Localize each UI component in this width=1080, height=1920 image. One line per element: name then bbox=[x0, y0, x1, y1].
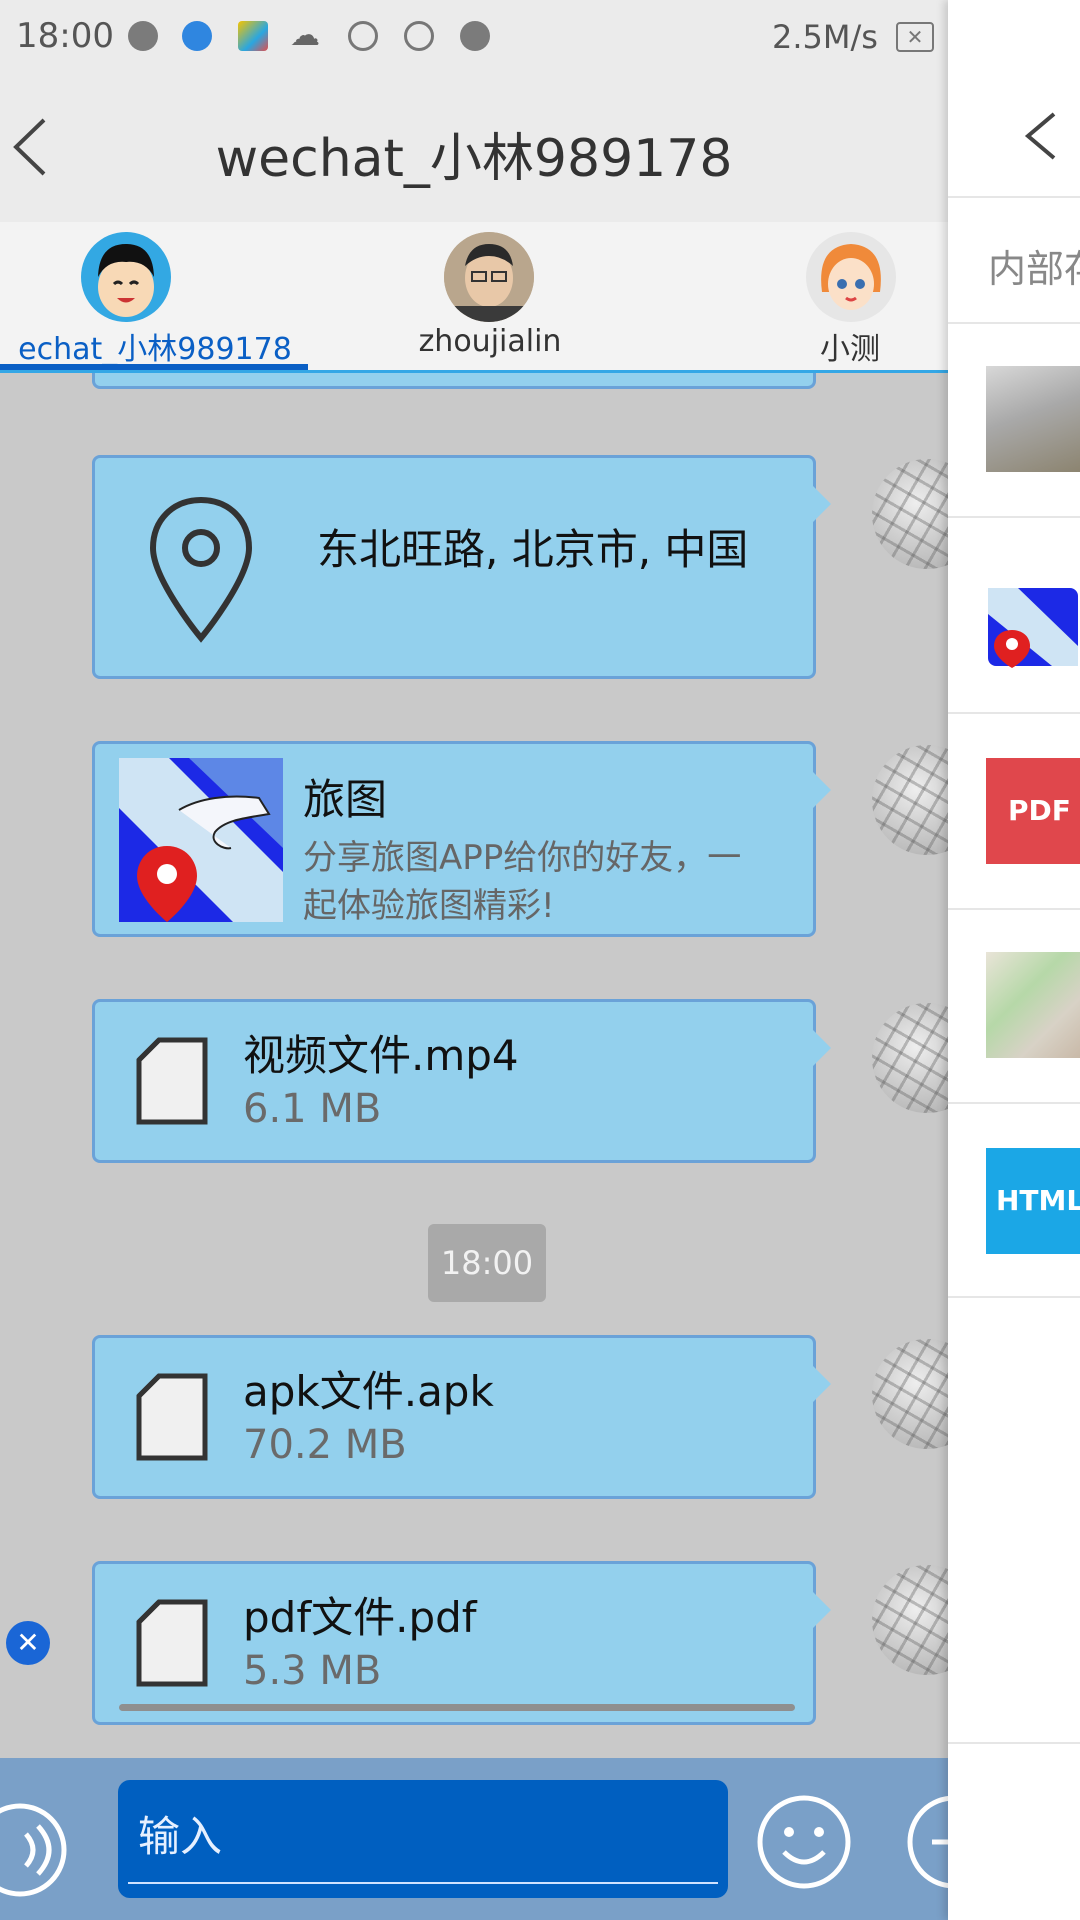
divider bbox=[948, 516, 1080, 518]
divider bbox=[948, 712, 1080, 714]
message-input-box[interactable] bbox=[118, 1780, 728, 1898]
tab-xiaoce[interactable]: 小测 bbox=[700, 222, 948, 370]
status-bar: 18:00 ☁ 2.5M/s ✕ bbox=[0, 0, 948, 72]
pdf-thumbnail[interactable]: PDF bbox=[986, 758, 1080, 864]
file-icon bbox=[136, 1037, 208, 1125]
share-title: 旅图 bbox=[303, 775, 388, 824]
apk-file-message-bubble[interactable]: apk文件.apk 70.2 MB bbox=[92, 1335, 831, 1499]
pdf-file-message-bubble[interactable]: pdf文件.pdf 5.3 MB bbox=[92, 1561, 831, 1725]
bubble-tail bbox=[813, 772, 831, 808]
avatar-xiaolin bbox=[81, 232, 171, 322]
location-text: 东北旺路, 北京市, 中国 bbox=[317, 525, 749, 574]
my-avatar[interactable] bbox=[872, 1003, 948, 1113]
file-size: 70.2 MB bbox=[243, 1422, 407, 1468]
notification-dot-icon bbox=[128, 21, 158, 51]
avatar-xiaoce bbox=[806, 232, 896, 322]
divider bbox=[948, 908, 1080, 910]
message-input[interactable] bbox=[136, 1800, 700, 1872]
my-avatar[interactable] bbox=[872, 459, 948, 569]
network-speed: 2.5M/s bbox=[772, 18, 878, 56]
chat-message-list[interactable]: 东北旺路, 北京市, 中国 旅图 分享旅图APP给你的好友，一 起体验旅图精彩!… bbox=[0, 373, 948, 1758]
tab-xiaolin[interactable]: echat_小林989178 bbox=[0, 222, 310, 370]
avatar-zhoujialin bbox=[444, 232, 534, 322]
contact-tabs: echat_小林989178 zhoujialin 小测 bbox=[0, 222, 948, 373]
bubble-tail bbox=[813, 1592, 831, 1628]
plane-app-icon bbox=[182, 21, 212, 51]
app-share-message-bubble[interactable]: 旅图 分享旅图APP给你的好友，一 起体验旅图精彩! bbox=[92, 741, 831, 937]
html-thumbnail[interactable]: HTML bbox=[986, 1148, 1080, 1254]
drawer-back-icon[interactable] bbox=[1022, 110, 1058, 162]
file-name: pdf文件.pdf bbox=[243, 1593, 477, 1642]
file-name: apk文件.apk bbox=[243, 1367, 494, 1416]
divider bbox=[948, 196, 1080, 198]
location-pin-icon bbox=[149, 496, 253, 643]
voice-icon[interactable] bbox=[0, 1800, 70, 1900]
cancel-send-icon[interactable]: ✕ bbox=[6, 1621, 50, 1665]
file-thumbnail-travel-icon[interactable] bbox=[986, 574, 1080, 680]
notification-dot2-icon bbox=[460, 21, 490, 51]
bubble-tail bbox=[813, 1030, 831, 1066]
divider bbox=[948, 1102, 1080, 1104]
input-underline bbox=[128, 1882, 718, 1884]
my-avatar[interactable] bbox=[872, 1565, 948, 1675]
chat-header: wechat_小林989178 bbox=[0, 72, 948, 224]
tab-label-xiaolin: echat_小林989178 bbox=[18, 332, 292, 367]
message-timestamp: 18:00 bbox=[428, 1224, 546, 1302]
share-description-line1: 分享旅图APP给你的好友，一 bbox=[303, 838, 742, 878]
upload-progress-bar bbox=[119, 1704, 795, 1711]
sim-off-icon: ✕ bbox=[896, 22, 934, 52]
file-size: 6.1 MB bbox=[243, 1086, 382, 1132]
cloud-icon: ☁ bbox=[290, 18, 320, 53]
share-description-line2: 起体验旅图精彩! bbox=[303, 886, 555, 926]
divider bbox=[948, 322, 1080, 324]
file-name: 视频文件.mp4 bbox=[243, 1031, 519, 1080]
divider bbox=[948, 1742, 1080, 1744]
file-picker-drawer[interactable]: 内部存 PDF HTML bbox=[948, 0, 1080, 1920]
file-thumbnail-keyboard[interactable] bbox=[986, 366, 1080, 472]
travel-app-icon bbox=[119, 758, 283, 922]
my-avatar[interactable] bbox=[872, 1339, 948, 1449]
video-file-message-bubble[interactable]: 视频文件.mp4 6.1 MB bbox=[92, 999, 831, 1163]
tab-label-zhoujialin: zhoujialin bbox=[418, 324, 562, 359]
map-app-icon bbox=[238, 21, 268, 51]
message-bubble-partial[interactable] bbox=[92, 373, 816, 389]
tab-zhoujialin[interactable]: zhoujialin bbox=[340, 222, 640, 370]
divider bbox=[948, 1296, 1080, 1298]
page-title: wechat_小林989178 bbox=[215, 129, 733, 189]
app-s-icon bbox=[348, 21, 378, 51]
file-icon bbox=[136, 1373, 208, 1461]
map-thumbnail[interactable] bbox=[986, 952, 1080, 1058]
status-time: 18:00 bbox=[16, 16, 114, 56]
location-message-bubble[interactable]: 东北旺路, 北京市, 中国 bbox=[92, 455, 831, 679]
bubble-tail bbox=[813, 1366, 831, 1402]
file-size: 5.3 MB bbox=[243, 1648, 382, 1694]
drawer-section-label: 内部存 bbox=[988, 247, 1080, 291]
active-tab-indicator bbox=[0, 364, 308, 370]
file-icon bbox=[136, 1599, 208, 1687]
app-s2-icon bbox=[404, 21, 434, 51]
my-avatar[interactable] bbox=[872, 745, 948, 855]
emoji-icon[interactable] bbox=[754, 1792, 854, 1892]
bubble-tail bbox=[813, 486, 831, 522]
